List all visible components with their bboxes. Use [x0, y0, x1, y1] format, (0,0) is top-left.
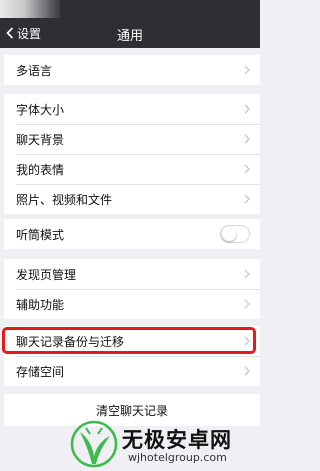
clear-chat-history-label: 清空聊天记录 — [95, 403, 168, 418]
settings-row-chat-backup-migration[interactable]: 聊天记录备份与迁移 — [4, 326, 260, 356]
watermark: 无极安卓网 wjhotelgroup.com — [64, 418, 260, 471]
watermark-url: wjhotelgroup.com — [128, 451, 227, 464]
watermark-title: 无极安卓网 — [122, 428, 232, 452]
chevron-right-icon — [244, 336, 250, 346]
settings-row-font-size[interactable]: 字体大小 — [4, 94, 260, 124]
settings-row-my-stickers[interactable]: 我的表情 — [4, 154, 260, 184]
status-bar — [0, 0, 260, 18]
chevron-right-icon — [244, 366, 250, 376]
settings-row-photos-videos-files[interactable]: 照片、视频和文件 — [4, 184, 260, 214]
settings-group-earpiece: 听筒模式 — [4, 219, 260, 249]
row-label: 存储空间 — [16, 364, 65, 379]
settings-row-language[interactable]: 多语言 — [4, 55, 260, 85]
row-label: 我的表情 — [16, 162, 65, 177]
chevron-right-icon — [244, 164, 250, 174]
row-label: 多语言 — [16, 63, 53, 78]
android-logo-icon — [70, 420, 118, 468]
settings-group-display: 字体大小 聊天背景 我的表情 照片、视频和文件 — [4, 94, 260, 214]
page-title: 通用 — [116, 29, 143, 44]
row-label: 辅助功能 — [16, 297, 65, 312]
settings-row-chat-background[interactable]: 聊天背景 — [4, 124, 260, 154]
settings-row-earpiece-mode: 听筒模式 — [4, 219, 260, 249]
row-label: 照片、视频和文件 — [16, 192, 113, 207]
settings-row-discover-management[interactable]: 发现页管理 — [4, 259, 260, 289]
settings-group-language: 多语言 — [4, 55, 260, 85]
nav-bar: 设置 通用 — [0, 18, 260, 48]
chevron-right-icon — [244, 104, 250, 114]
settings-group-discover: 发现页管理 辅助功能 — [4, 259, 260, 319]
status-bar-blur — [0, 0, 60, 18]
chevron-right-icon — [244, 269, 250, 279]
row-label: 聊天背景 — [16, 132, 65, 147]
chevron-right-icon — [244, 134, 250, 144]
settings-row-accessibility[interactable]: 辅助功能 — [4, 289, 260, 319]
toggle-knob — [222, 227, 236, 241]
settings-group-storage: 聊天记录备份与迁移 存储空间 — [4, 326, 260, 386]
row-label: 听筒模式 — [16, 227, 65, 242]
row-label: 发现页管理 — [16, 267, 77, 282]
row-label: 字体大小 — [16, 102, 65, 117]
chevron-right-icon — [244, 65, 250, 75]
chevron-right-icon — [244, 299, 250, 309]
chevron-right-icon — [244, 194, 250, 204]
earpiece-mode-toggle[interactable] — [220, 225, 250, 243]
settings-row-storage[interactable]: 存储空间 — [4, 356, 260, 386]
row-label: 聊天记录备份与迁移 — [16, 334, 125, 349]
